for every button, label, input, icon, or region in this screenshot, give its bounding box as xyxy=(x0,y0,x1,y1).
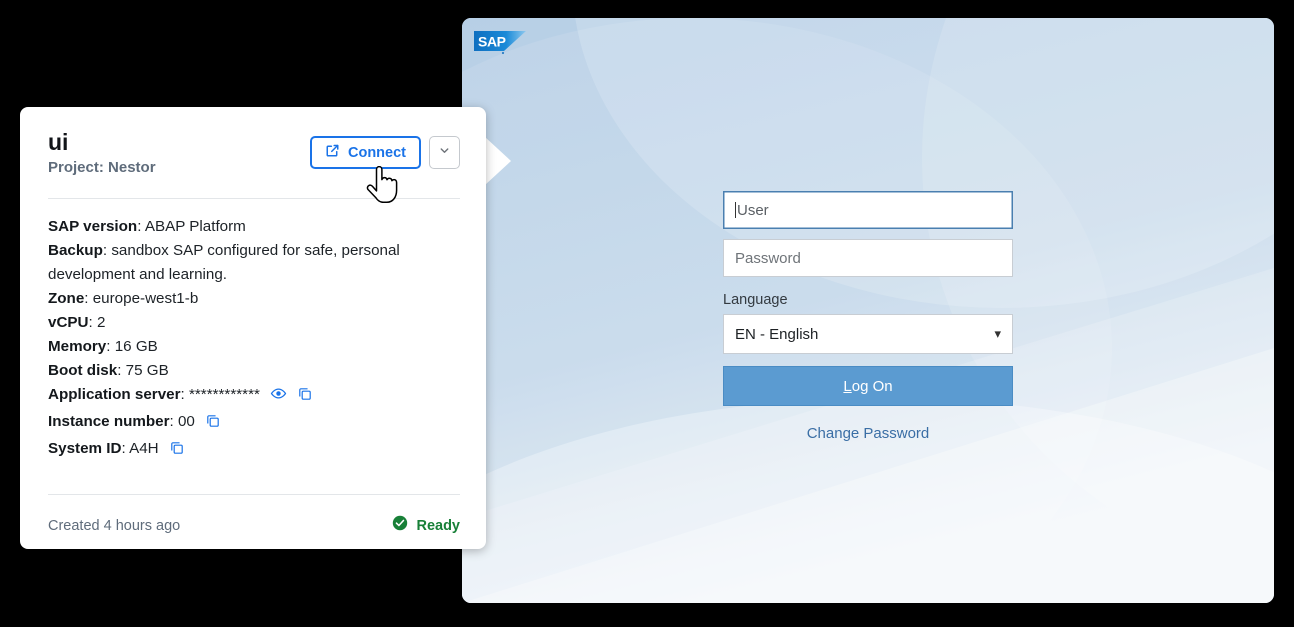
instance-specs-list: SAP version: ABAP Platform Backup: sandb… xyxy=(48,199,460,464)
change-password-link[interactable]: Change Password xyxy=(723,425,1013,442)
spec-value: A4H xyxy=(129,440,159,458)
spec-value: ************ xyxy=(188,386,260,404)
connect-dropdown-button[interactable] xyxy=(429,136,460,169)
card-header: ui Project: Nestor Connect xyxy=(48,129,460,176)
page-title: ui xyxy=(48,129,69,155)
spec-value: ABAP Platform xyxy=(144,218,246,236)
status-label: Ready xyxy=(416,517,460,534)
spec-value: europe-west1-b xyxy=(92,290,199,308)
copy-icon[interactable] xyxy=(297,386,313,410)
spec-row-application-server: Application server: ************ xyxy=(48,383,460,410)
card-subtitle: Project: Nestor xyxy=(48,159,156,177)
connect-button[interactable]: Connect xyxy=(310,136,421,169)
language-select[interactable]: EN - English ▾ xyxy=(723,314,1013,354)
card-pointer-arrow xyxy=(485,137,511,185)
spec-value: 75 GB xyxy=(125,362,169,380)
spec-value: 2 xyxy=(96,314,106,332)
sap-logo-icon: SAP xyxy=(474,29,530,57)
spec-label: System ID xyxy=(48,440,122,458)
spec-row-sap-version: SAP version: ABAP Platform xyxy=(48,218,246,236)
spec-label: Instance number xyxy=(48,413,170,431)
user-input[interactable]: User xyxy=(723,191,1013,229)
spec-label: Backup xyxy=(48,242,103,260)
spec-row-system-id: System ID: A4H xyxy=(48,437,460,464)
spec-label: SAP version xyxy=(48,218,138,236)
card-footer: Created 4 hours ago Ready xyxy=(48,515,460,536)
password-input-placeholder: Password xyxy=(735,249,801,267)
copy-icon[interactable] xyxy=(205,413,221,437)
log-on-label-rest: og On xyxy=(851,377,893,395)
chevron-down-icon xyxy=(438,144,451,162)
connect-button-label: Connect xyxy=(348,144,406,161)
external-link-icon xyxy=(325,143,340,162)
spec-value: 16 GB xyxy=(114,338,158,356)
spec-row-memory: Memory: 16 GB xyxy=(48,338,158,356)
language-label: Language xyxy=(723,292,788,308)
screen-root: SAP User Password Language EN - English … xyxy=(0,0,1294,627)
spec-row-backup: Backup: sandbox SAP configured for safe,… xyxy=(48,242,400,284)
card-header-actions: Connect xyxy=(310,129,460,169)
spec-value: 00 xyxy=(177,413,195,431)
eye-icon[interactable] xyxy=(270,385,287,410)
spec-label: Boot disk xyxy=(48,362,118,380)
language-select-value: EN - English xyxy=(735,325,819,343)
sap-login-panel: SAP User Password Language EN - English … xyxy=(462,18,1274,603)
password-input[interactable]: Password xyxy=(723,239,1013,277)
spec-label: Zone xyxy=(48,290,85,308)
copy-icon[interactable] xyxy=(169,440,185,464)
spec-label: Application server xyxy=(48,386,181,404)
login-form: User Password Language EN - English ▾ Lo… xyxy=(723,191,1013,442)
card-footer-divider xyxy=(48,494,460,495)
instance-info-card: ui Project: Nestor Connect SAP version: … xyxy=(20,107,486,549)
text-caret xyxy=(735,202,736,218)
spec-row-vcpu: vCPU: 2 xyxy=(48,314,106,332)
created-timestamp: Created 4 hours ago xyxy=(48,517,181,534)
spec-row-instance-number: Instance number: 00 xyxy=(48,410,460,437)
log-on-button[interactable]: Log On xyxy=(723,366,1013,406)
spec-row-boot-disk: Boot disk: 75 GB xyxy=(48,362,169,380)
user-input-placeholder: User xyxy=(737,201,769,219)
card-titles: ui Project: Nestor xyxy=(48,129,156,176)
check-circle-icon xyxy=(392,515,408,536)
spec-label: Memory xyxy=(48,338,107,356)
status-badge: Ready xyxy=(392,515,460,536)
log-on-accesskey: L xyxy=(843,377,852,395)
spec-label: vCPU xyxy=(48,314,89,332)
spec-row-zone: Zone: europe-west1-b xyxy=(48,290,199,308)
svg-text:SAP: SAP xyxy=(478,34,506,50)
chevron-down-icon: ▾ xyxy=(994,326,1001,341)
